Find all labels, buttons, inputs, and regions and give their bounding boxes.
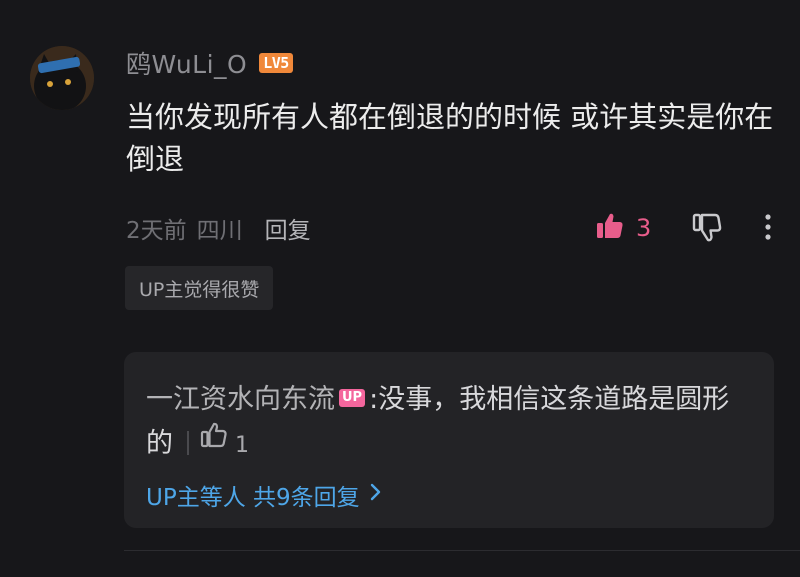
more-replies-label: UP主等人 共9条回复 — [146, 485, 360, 511]
username[interactable]: 鸥WuLi_O — [126, 45, 247, 81]
like-button[interactable]: 3 — [594, 208, 651, 248]
thumbs-up-outline-icon[interactable] — [199, 420, 229, 464]
dislike-button[interactable] — [690, 210, 724, 248]
thumbs-down-icon — [690, 213, 724, 248]
vertical-ellipsis-icon — [756, 214, 780, 246]
like-count: 3 — [636, 214, 652, 242]
comment-header: 鸥WuLi_O LV5 — [126, 46, 293, 80]
divider — [187, 430, 189, 455]
reply-preview-card[interactable]: 一江资水向东流 UP:没事，我相信这条道路是圆形的 1 UP主等人 共9条回复 — [124, 352, 774, 528]
level-badge: LV5 — [259, 53, 293, 73]
view-more-replies-link[interactable]: UP主等人 共9条回复 — [146, 478, 384, 512]
reply-button[interactable]: 回复 — [265, 211, 311, 245]
up-liked-tag: UP主觉得很赞 — [125, 266, 274, 310]
reply-like-count: 1 — [235, 433, 249, 458]
reply-colon: : — [369, 384, 379, 415]
up-badge: UP — [339, 388, 366, 407]
reply-author[interactable]: 一江资水向东流 — [146, 384, 335, 415]
chevron-right-icon — [368, 482, 384, 508]
reply-preview: 一江资水向东流 UP:没事，我相信这条道路是圆形的 1 — [146, 378, 756, 468]
user-avatar[interactable] — [30, 46, 94, 110]
comment-meta: 2天前 四川 回复 — [126, 208, 311, 248]
comment-time: 2天前 — [126, 218, 187, 244]
comment-text: 当你发现所有人都在倒退的的时候 或许其实是你在倒退 — [126, 100, 774, 176]
divider-line — [124, 550, 800, 551]
thumbs-up-filled-icon — [594, 210, 626, 246]
comment-location: 四川 — [196, 218, 243, 244]
more-options-button[interactable] — [756, 212, 780, 246]
